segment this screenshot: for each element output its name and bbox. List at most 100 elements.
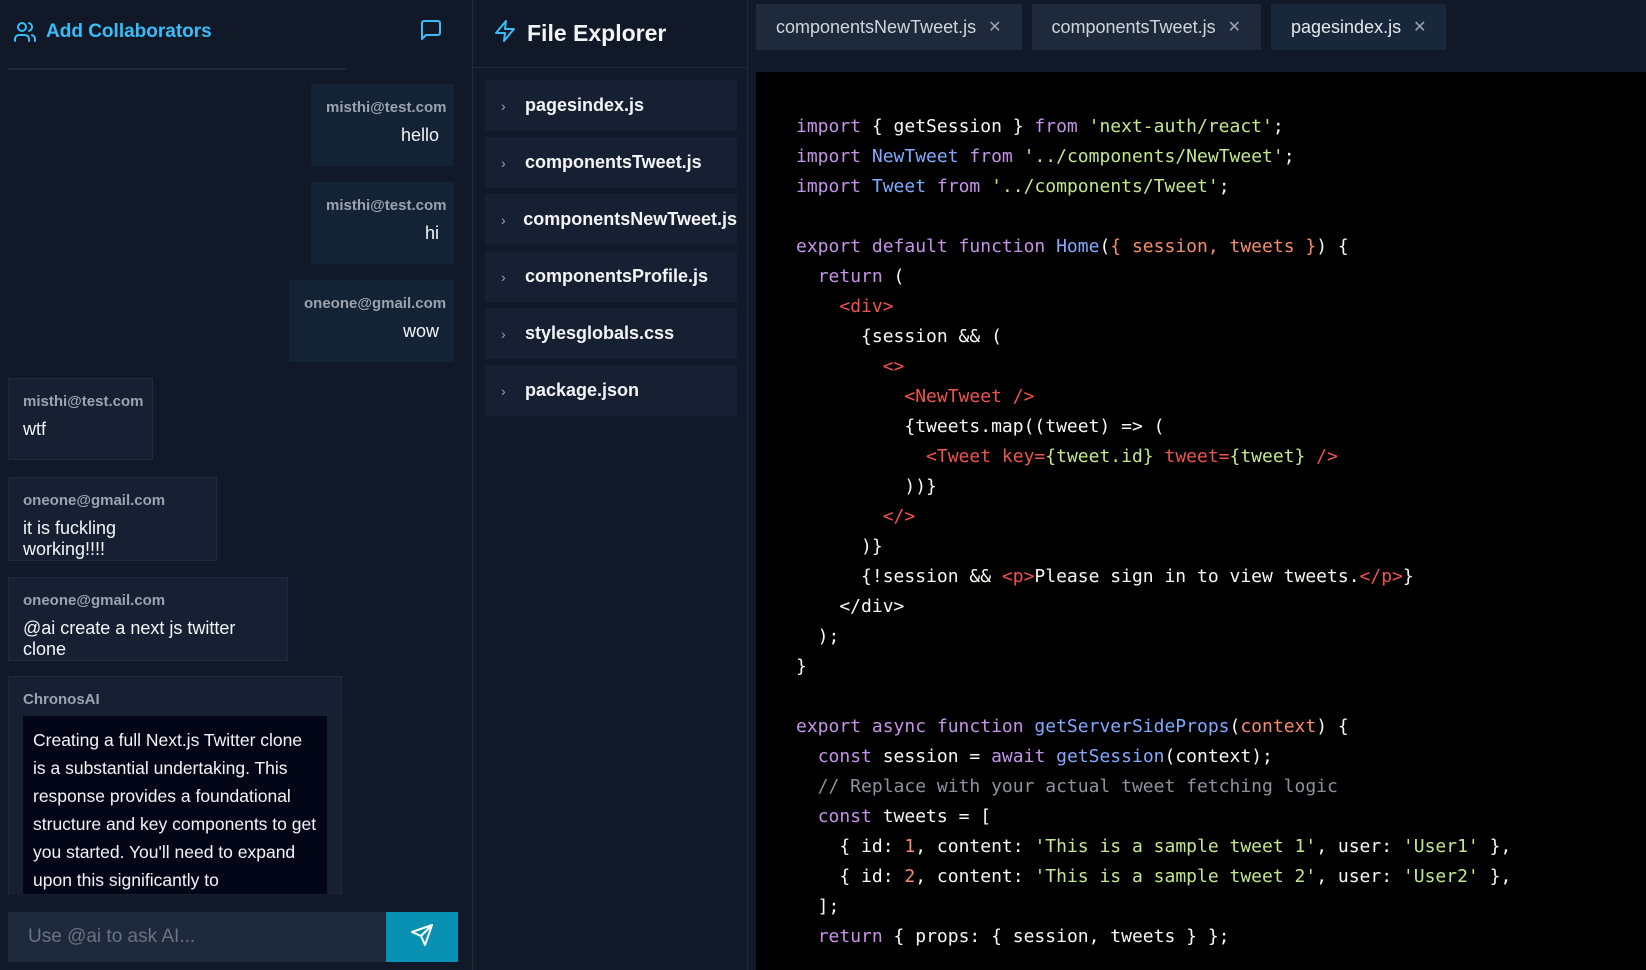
- code-token: (: [1099, 236, 1111, 257]
- code-area[interactable]: import { getSession } from 'next-auth/re…: [756, 72, 1646, 970]
- code-token: {tweets.map((tweet) => (: [796, 416, 1165, 437]
- code-token: 'This is a sample tweet 1': [1034, 836, 1317, 857]
- editor-tab[interactable]: componentsNewTweet.js ✕: [756, 4, 1022, 50]
- code-token: { session, tweets }: [1110, 236, 1317, 257]
- close-icon[interactable]: ✕: [1413, 17, 1426, 37]
- code-token: }: [1402, 566, 1414, 587]
- message-sender: misthi@test.com: [326, 197, 447, 214]
- code-token: '../components/Tweet': [991, 176, 1219, 197]
- explorer-header: File Explorer: [473, 0, 748, 68]
- code-token: , content:: [915, 836, 1035, 857]
- editor-tab[interactable]: componentsTweet.js ✕: [1031, 4, 1261, 50]
- code-token: </>: [882, 506, 916, 527]
- code-token: export default function: [796, 236, 1046, 257]
- code-token: from: [1034, 116, 1078, 137]
- code-token: getServerSideProps: [1034, 716, 1230, 737]
- code-token: { id:: [796, 866, 905, 887]
- message-sender: ChronosAI: [23, 691, 100, 708]
- message-text: wtf: [23, 419, 47, 439]
- file-name: componentsTweet.js: [525, 152, 702, 172]
- code-token: </p>: [1359, 566, 1403, 587]
- code-token: (: [882, 266, 905, 287]
- chevron-right-icon: ›: [501, 382, 506, 399]
- code-line: }: [796, 652, 1646, 682]
- chat-header: Add Collaborators: [0, 0, 473, 64]
- code-token: <>: [882, 356, 905, 377]
- code-token: );: [796, 626, 840, 647]
- code-line: { id: 2, content: 'This is a sample twee…: [796, 862, 1646, 892]
- message-square-icon[interactable]: [419, 18, 443, 42]
- code-token: <div>: [839, 296, 894, 317]
- code-line: const session = await getSession(context…: [796, 742, 1646, 772]
- code-line: </div>: [796, 592, 1646, 622]
- send-button[interactable]: [386, 912, 458, 962]
- editor-tab-active[interactable]: pagesindex.js ✕: [1271, 4, 1447, 50]
- file-name: package.json: [525, 380, 640, 400]
- code-token: return: [817, 926, 883, 947]
- code-line: </>: [796, 502, 1646, 532]
- chevron-right-icon: ›: [501, 268, 506, 285]
- app-window: Add Collaborators misthi@test.com hello …: [0, 0, 1646, 970]
- code-token: , content:: [915, 866, 1035, 887]
- code-token: 'User1': [1402, 836, 1479, 857]
- code-token: Home: [1056, 236, 1100, 257]
- close-icon[interactable]: ✕: [1228, 17, 1241, 37]
- code-token: {session && (: [796, 326, 1002, 347]
- chat-message: misthi@test.com hi: [311, 182, 454, 264]
- code-token: from: [969, 146, 1013, 167]
- code-token: 2: [904, 866, 916, 887]
- code-token: )}: [796, 536, 883, 557]
- code-line: <NewTweet />: [796, 382, 1646, 412]
- message-list[interactable]: misthi@test.com hello misthi@test.com hi…: [0, 70, 473, 895]
- code-token: ];: [796, 896, 840, 917]
- ai-message: ChronosAI Creating a full Next.js Twitte…: [8, 676, 342, 895]
- code-token: tweets = [: [871, 806, 992, 827]
- users-icon[interactable]: [12, 19, 38, 45]
- code-token: return: [817, 266, 883, 287]
- code-token: tweet=: [1153, 446, 1230, 467]
- zap-icon: [493, 19, 517, 48]
- close-icon[interactable]: ✕: [988, 17, 1001, 37]
- code-token: }: [796, 656, 807, 677]
- send-icon: [410, 923, 434, 952]
- code-token: Please sign in to view tweets.: [1034, 566, 1360, 587]
- code-token: session =: [871, 746, 992, 767]
- code-line: return { props: { session, tweets } };: [796, 922, 1646, 952]
- code-token: context: [1240, 716, 1317, 737]
- message-sender: oneone@gmail.com: [23, 592, 166, 609]
- tab-label: componentsTweet.js: [1051, 16, 1216, 37]
- add-collaborators-button[interactable]: Add Collaborators: [46, 21, 212, 43]
- file-item[interactable]: › componentsTweet.js: [485, 137, 737, 188]
- file-item[interactable]: › package.json: [485, 365, 737, 416]
- code-line: { id: 1, content: 'This is a sample twee…: [796, 832, 1646, 862]
- chevron-right-icon: ›: [501, 97, 506, 114]
- chat-input[interactable]: [8, 912, 386, 962]
- code-token: Tweet: [871, 176, 927, 197]
- code-token: , user:: [1316, 866, 1403, 887]
- message-sender: oneone@gmail.com: [23, 492, 166, 509]
- file-item[interactable]: › componentsProfile.js: [485, 251, 737, 302]
- file-name: pagesindex.js: [525, 95, 645, 115]
- code-token: getSession: [1056, 746, 1165, 767]
- code-token: 'next-auth/react': [1088, 116, 1273, 137]
- code-token: import: [796, 176, 862, 197]
- file-item[interactable]: › pagesindex.js: [485, 80, 737, 131]
- file-explorer: File Explorer › pagesindex.js › components…: [473, 0, 748, 970]
- code-token: 'User2': [1402, 866, 1479, 887]
- file-item[interactable]: › componentsNewTweet.js: [485, 194, 737, 245]
- file-item[interactable]: › stylesglobals.css: [485, 308, 737, 359]
- message-sender: misthi@test.com: [326, 99, 447, 116]
